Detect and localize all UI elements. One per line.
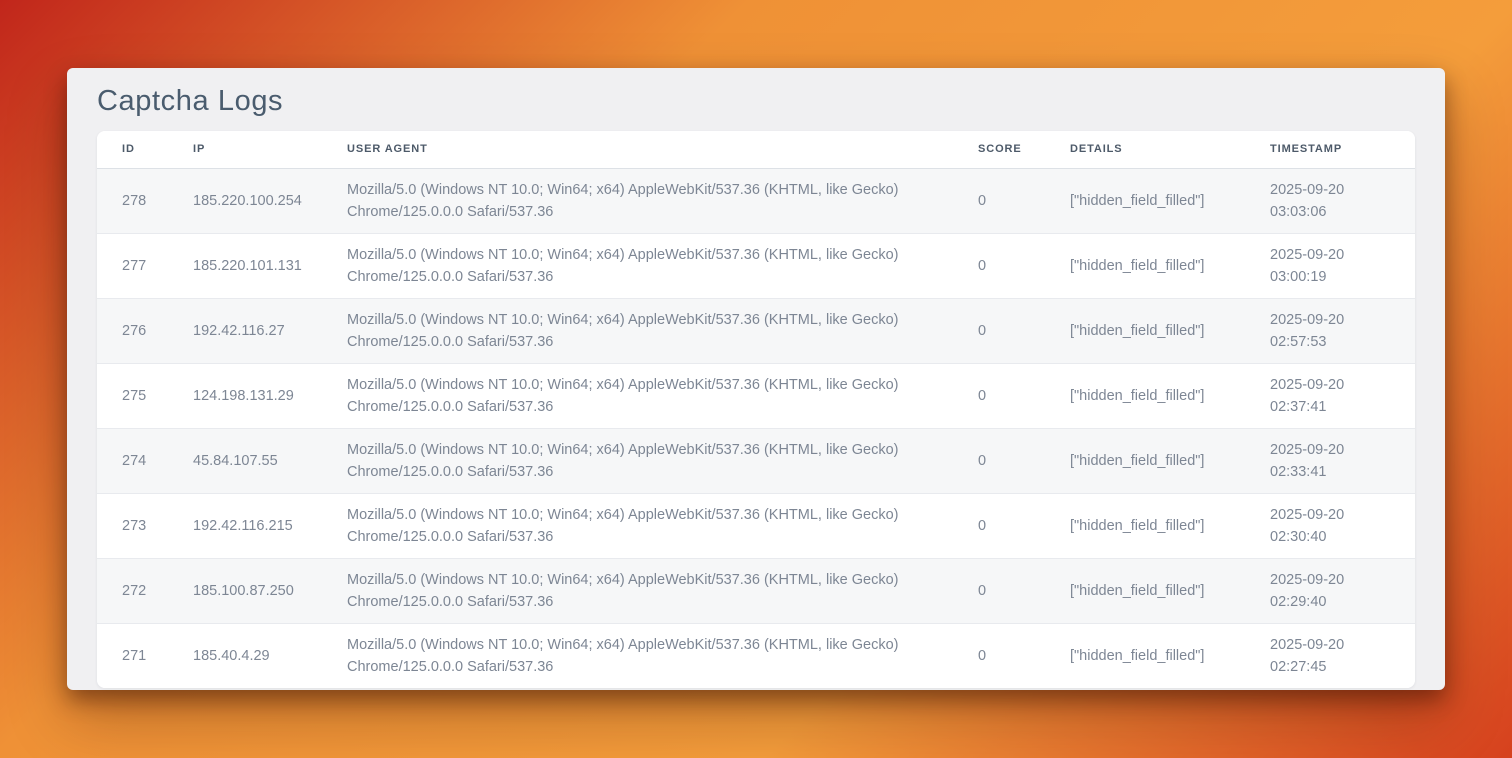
cell-id: 272 bbox=[97, 558, 193, 623]
cell-score: 0 bbox=[978, 623, 1070, 688]
cell-ip: 192.42.116.27 bbox=[193, 298, 347, 363]
cell-score: 0 bbox=[978, 428, 1070, 493]
captcha-logs-table: ID IP USER AGENT SCORE DETAILS TIMESTAMP… bbox=[97, 131, 1415, 688]
cell-ip: 185.220.100.254 bbox=[193, 168, 347, 233]
cell-ip: 45.84.107.55 bbox=[193, 428, 347, 493]
cell-ip: 124.198.131.29 bbox=[193, 363, 347, 428]
timestamp-text: 2025-09-20 03:03:06 bbox=[1270, 179, 1380, 223]
timestamp-text: 2025-09-20 02:37:41 bbox=[1270, 374, 1380, 418]
table-row: 273 192.42.116.215 Mozilla/5.0 (Windows … bbox=[97, 493, 1415, 558]
column-header-details: DETAILS bbox=[1070, 131, 1270, 168]
cell-score: 0 bbox=[978, 363, 1070, 428]
cell-user-agent: Mozilla/5.0 (Windows NT 10.0; Win64; x64… bbox=[347, 298, 978, 363]
cell-id: 276 bbox=[97, 298, 193, 363]
cell-id: 275 bbox=[97, 363, 193, 428]
cell-id: 273 bbox=[97, 493, 193, 558]
cell-details: ["hidden_field_filled"] bbox=[1070, 558, 1270, 623]
table-row: 275 124.198.131.29 Mozilla/5.0 (Windows … bbox=[97, 363, 1415, 428]
cell-id: 271 bbox=[97, 623, 193, 688]
cell-timestamp: 2025-09-20 03:03:06 bbox=[1270, 168, 1415, 233]
table-row: 278 185.220.100.254 Mozilla/5.0 (Windows… bbox=[97, 168, 1415, 233]
cell-timestamp: 2025-09-20 02:57:53 bbox=[1270, 298, 1415, 363]
captcha-logs-table-container: ID IP USER AGENT SCORE DETAILS TIMESTAMP… bbox=[97, 131, 1415, 688]
cell-id: 274 bbox=[97, 428, 193, 493]
timestamp-text: 2025-09-20 02:57:53 bbox=[1270, 309, 1380, 353]
cell-ip: 185.40.4.29 bbox=[193, 623, 347, 688]
cell-ip: 192.42.116.215 bbox=[193, 493, 347, 558]
timestamp-text: 2025-09-20 02:33:41 bbox=[1270, 439, 1380, 483]
cell-timestamp: 2025-09-20 03:00:19 bbox=[1270, 233, 1415, 298]
timestamp-text: 2025-09-20 02:29:40 bbox=[1270, 569, 1380, 613]
cell-score: 0 bbox=[978, 558, 1070, 623]
column-header-id: ID bbox=[97, 131, 193, 168]
cell-timestamp: 2025-09-20 02:33:41 bbox=[1270, 428, 1415, 493]
timestamp-text: 2025-09-20 02:30:40 bbox=[1270, 504, 1380, 548]
table-row: 271 185.40.4.29 Mozilla/5.0 (Windows NT … bbox=[97, 623, 1415, 688]
cell-user-agent: Mozilla/5.0 (Windows NT 10.0; Win64; x64… bbox=[347, 363, 978, 428]
cell-score: 0 bbox=[978, 233, 1070, 298]
column-header-ip: IP bbox=[193, 131, 347, 168]
cell-details: ["hidden_field_filled"] bbox=[1070, 428, 1270, 493]
table-row: 272 185.100.87.250 Mozilla/5.0 (Windows … bbox=[97, 558, 1415, 623]
cell-id: 278 bbox=[97, 168, 193, 233]
cell-timestamp: 2025-09-20 02:30:40 bbox=[1270, 493, 1415, 558]
cell-user-agent: Mozilla/5.0 (Windows NT 10.0; Win64; x64… bbox=[347, 623, 978, 688]
cell-user-agent: Mozilla/5.0 (Windows NT 10.0; Win64; x64… bbox=[347, 168, 978, 233]
cell-user-agent: Mozilla/5.0 (Windows NT 10.0; Win64; x64… bbox=[347, 493, 978, 558]
cell-score: 0 bbox=[978, 298, 1070, 363]
column-header-timestamp: TIMESTAMP bbox=[1270, 131, 1415, 168]
cell-timestamp: 2025-09-20 02:27:45 bbox=[1270, 623, 1415, 688]
cell-details: ["hidden_field_filled"] bbox=[1070, 298, 1270, 363]
timestamp-text: 2025-09-20 03:00:19 bbox=[1270, 244, 1380, 288]
cell-score: 0 bbox=[978, 168, 1070, 233]
log-card: Captcha Logs ID IP USER AGENT SCORE DETA… bbox=[67, 68, 1445, 690]
table-body: 278 185.220.100.254 Mozilla/5.0 (Windows… bbox=[97, 168, 1415, 688]
cell-user-agent: Mozilla/5.0 (Windows NT 10.0; Win64; x64… bbox=[347, 558, 978, 623]
table-row: 276 192.42.116.27 Mozilla/5.0 (Windows N… bbox=[97, 298, 1415, 363]
table-header-row: ID IP USER AGENT SCORE DETAILS TIMESTAMP bbox=[97, 131, 1415, 168]
cell-timestamp: 2025-09-20 02:37:41 bbox=[1270, 363, 1415, 428]
cell-score: 0 bbox=[978, 493, 1070, 558]
cell-id: 277 bbox=[97, 233, 193, 298]
cell-ip: 185.220.101.131 bbox=[193, 233, 347, 298]
cell-details: ["hidden_field_filled"] bbox=[1070, 168, 1270, 233]
column-header-score: SCORE bbox=[978, 131, 1070, 168]
gradient-background: { "page": { "title": "Captcha Logs" }, "… bbox=[0, 0, 1512, 758]
column-header-useragent: USER AGENT bbox=[347, 131, 978, 168]
cell-details: ["hidden_field_filled"] bbox=[1070, 233, 1270, 298]
cell-ip: 185.100.87.250 bbox=[193, 558, 347, 623]
cell-details: ["hidden_field_filled"] bbox=[1070, 493, 1270, 558]
table-row: 274 45.84.107.55 Mozilla/5.0 (Windows NT… bbox=[97, 428, 1415, 493]
cell-details: ["hidden_field_filled"] bbox=[1070, 623, 1270, 688]
cell-timestamp: 2025-09-20 02:29:40 bbox=[1270, 558, 1415, 623]
cell-details: ["hidden_field_filled"] bbox=[1070, 363, 1270, 428]
page-title: Captcha Logs bbox=[67, 68, 1445, 119]
table-row: 277 185.220.101.131 Mozilla/5.0 (Windows… bbox=[97, 233, 1415, 298]
timestamp-text: 2025-09-20 02:27:45 bbox=[1270, 634, 1380, 678]
cell-user-agent: Mozilla/5.0 (Windows NT 10.0; Win64; x64… bbox=[347, 233, 978, 298]
cell-user-agent: Mozilla/5.0 (Windows NT 10.0; Win64; x64… bbox=[347, 428, 978, 493]
